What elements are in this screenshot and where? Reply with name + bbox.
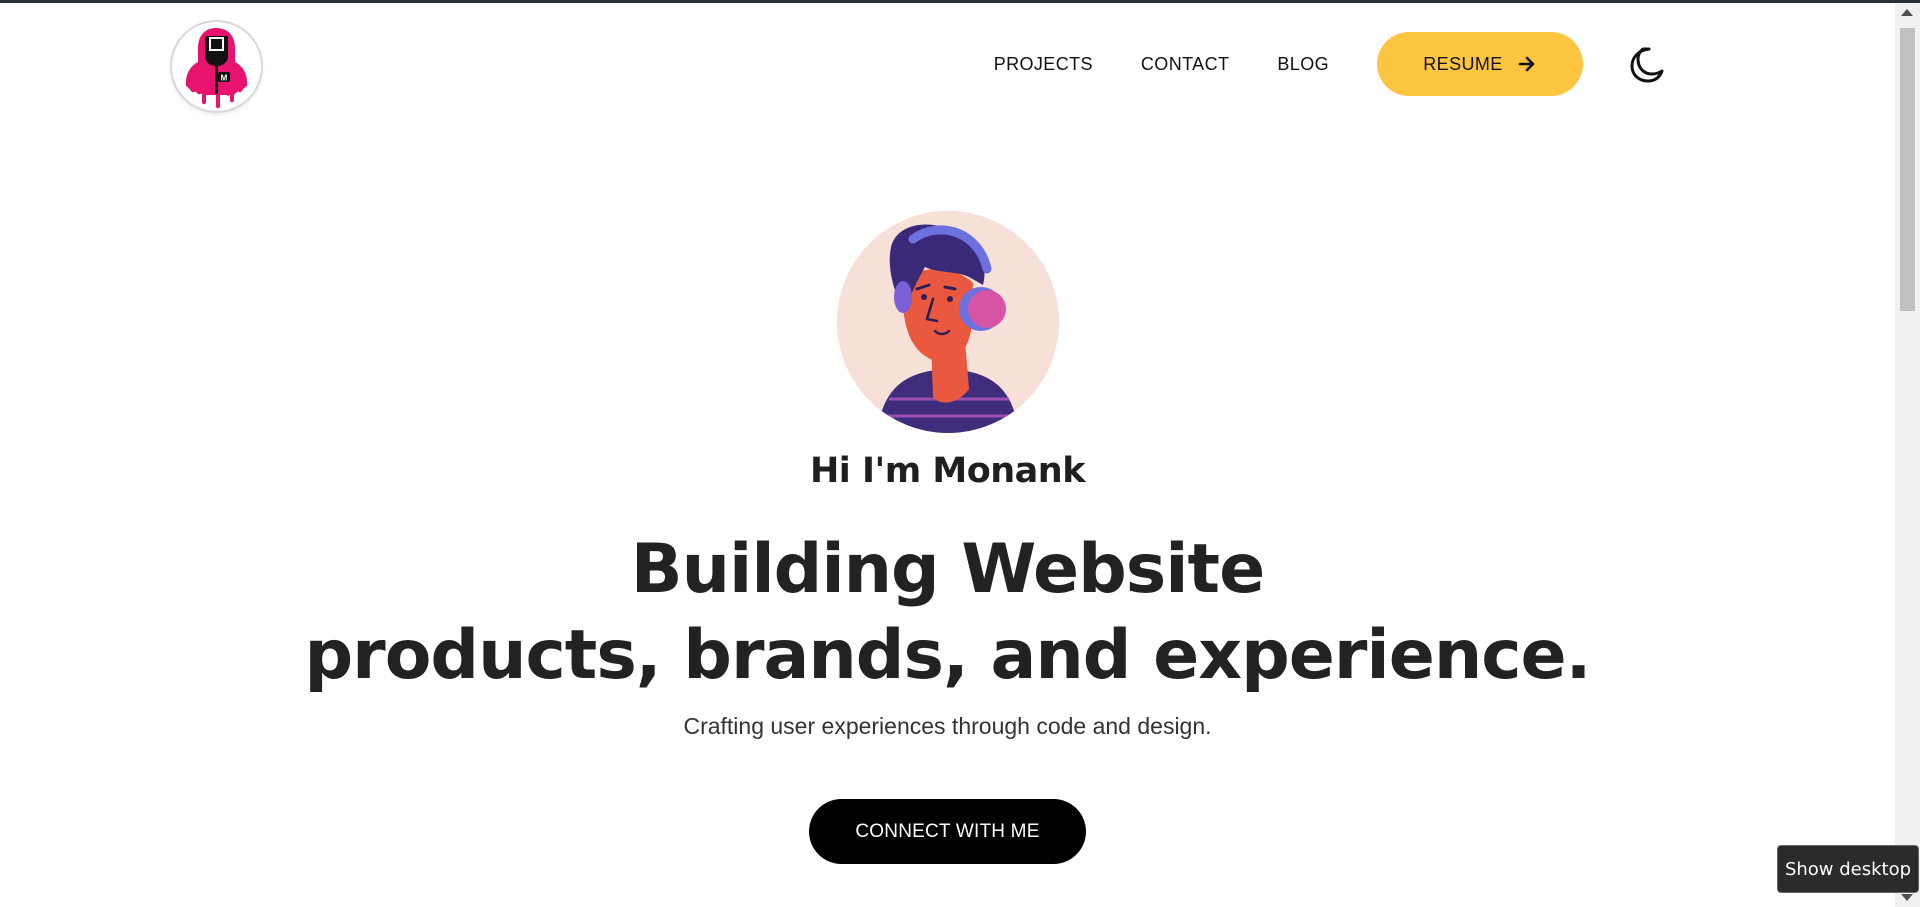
site-logo[interactable]: M: [172, 22, 261, 111]
scroll-down-arrow-icon[interactable]: [1901, 894, 1913, 901]
scrollbar-thumb[interactable]: [1900, 28, 1915, 311]
nav-link-projects[interactable]: PROJECTS: [994, 54, 1093, 75]
hero-headline: Building Website products, brands, and e…: [0, 527, 1895, 699]
connect-button-label: CONNECT WITH ME: [855, 820, 1040, 842]
show-desktop-tooltip: Show desktop: [1777, 845, 1919, 893]
hero-greeting: Hi I'm Monank: [810, 451, 1085, 491]
main-nav: PROJECTS CONTACT BLOG RESUME: [994, 32, 1665, 96]
connect-with-me-button[interactable]: CONNECT WITH ME: [809, 799, 1086, 864]
avatar-with-headphones-icon: [837, 211, 1059, 433]
resume-button-label: RESUME: [1423, 53, 1503, 74]
nav-link-blog[interactable]: BLOG: [1277, 54, 1329, 75]
moon-icon[interactable]: [1625, 44, 1665, 84]
arrow-right-icon: [1517, 54, 1537, 74]
page: M PROJECTS CONTACT BLOG RESUME Hi I'm Mo…: [0, 3, 1895, 907]
hero-headline-line-2: products, brands, and experience.: [304, 616, 1591, 695]
hero-headline-line-1: Building Website: [630, 530, 1265, 609]
scroll-up-arrow-icon[interactable]: [1901, 9, 1913, 16]
vertical-scrollbar[interactable]: [1895, 3, 1920, 907]
hooded-figure-logo-icon: M: [173, 23, 260, 110]
resume-button[interactable]: RESUME: [1377, 32, 1583, 96]
hero-subtitle: Crafting user experiences through code a…: [683, 713, 1212, 739]
profile-avatar: [837, 211, 1059, 433]
tooltip-text: Show desktop: [1784, 858, 1912, 880]
svg-text:M: M: [221, 74, 228, 83]
nav-link-contact[interactable]: CONTACT: [1141, 54, 1229, 75]
